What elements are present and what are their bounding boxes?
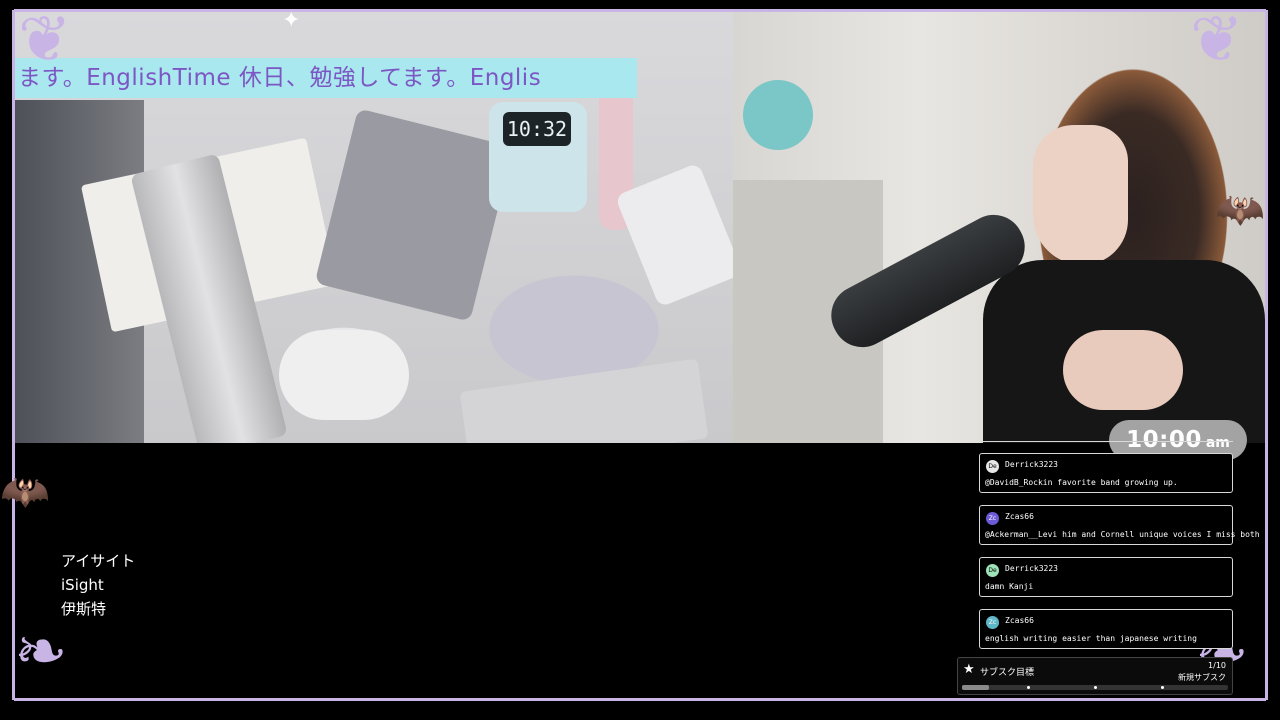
swirl-icon: ❧ bbox=[14, 615, 68, 689]
bat-icon: 🦇 bbox=[1215, 187, 1265, 233]
chat-username: Zcas66 bbox=[1005, 616, 1034, 625]
sub-goal-progress-fill bbox=[962, 685, 989, 690]
sub-goal-widget: ★ サブスク目標 1/10 新規サブスク bbox=[957, 657, 1233, 695]
swirl-icon: ❦ bbox=[18, 3, 72, 77]
frame-bottom bbox=[14, 698, 1266, 701]
chat-username: Zcas66 bbox=[1005, 512, 1034, 521]
chat-message: Zc Zcas66 @Ackerman__Levi him and Cornel… bbox=[979, 505, 1260, 545]
frame-left bbox=[12, 10, 15, 700]
frame-top bbox=[14, 9, 1266, 12]
chat-text: english writing easier than japanese wri… bbox=[985, 634, 1197, 643]
chat-username: Derrick3223 bbox=[1005, 564, 1058, 573]
streamer-face bbox=[1033, 125, 1128, 265]
chat-text: damn Kanji bbox=[985, 582, 1034, 591]
streamer-hand bbox=[1063, 330, 1183, 410]
sub-goal-count: 1/10 bbox=[1208, 661, 1226, 670]
avatar: Zc bbox=[986, 512, 999, 525]
chat-message: De Derrick3223 @DavidB_Rockin favorite b… bbox=[979, 453, 1233, 493]
chat-message: De Derrick3223 damn Kanji bbox=[979, 557, 1233, 597]
brand-line-en: iSight bbox=[61, 576, 104, 594]
sub-goal-sublabel: 新規サブスク bbox=[1178, 673, 1226, 682]
mouse bbox=[279, 330, 409, 420]
chat-text: @Ackerman__Levi him and Cornell unique v… bbox=[985, 530, 1260, 539]
bat-icon: 🦇 bbox=[0, 469, 50, 515]
pencil-pouch bbox=[314, 108, 514, 322]
chat-overflow-edge bbox=[979, 438, 1233, 442]
audio-mixer bbox=[459, 358, 709, 443]
swirl-icon: ❦ bbox=[1190, 3, 1244, 77]
avatar: Zc bbox=[986, 616, 999, 629]
brand-text: アイサイト iSight 伊斯特 bbox=[61, 549, 135, 621]
plush-toy bbox=[743, 80, 813, 150]
progress-milestone bbox=[1094, 686, 1097, 689]
star-icon: ★ bbox=[963, 662, 975, 677]
timer-display: 10:32 bbox=[503, 112, 571, 146]
progress-milestone bbox=[1161, 686, 1164, 689]
scrolling-ticker: ます。EnglishTime 休日、勉強してます。Englis bbox=[12, 58, 637, 98]
chat-text: @DavidB_Rockin favorite band growing up. bbox=[985, 478, 1178, 487]
avatar: De bbox=[986, 460, 999, 473]
face-camera-feed bbox=[733, 10, 1265, 443]
chat-message: Zc Zcas66 english writing easier than ja… bbox=[979, 609, 1233, 649]
brand-line-jp: アイサイト bbox=[61, 552, 136, 570]
frame-right bbox=[1265, 10, 1268, 700]
brand-line-cn: 伊斯特 bbox=[61, 600, 107, 618]
progress-milestone bbox=[1027, 686, 1030, 689]
sub-goal-progress-track bbox=[962, 685, 1228, 690]
sub-goal-label: サブスク目標 bbox=[980, 668, 1035, 678]
avatar: De bbox=[986, 564, 999, 577]
chat-username: Derrick3223 bbox=[1005, 460, 1058, 469]
sparkle-icon: ✦ bbox=[282, 8, 301, 33]
desk-timer: 10:32 bbox=[489, 102, 587, 212]
